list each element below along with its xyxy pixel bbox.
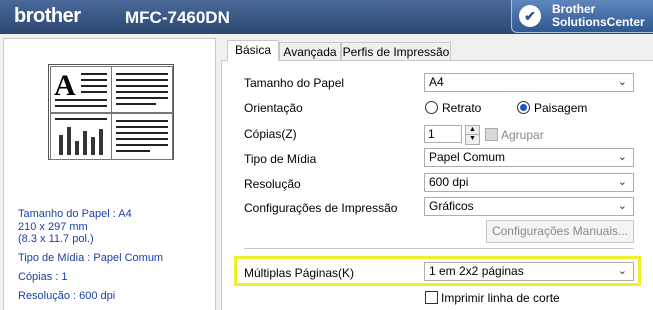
copies-down-button[interactable]: ▼ bbox=[465, 134, 480, 145]
solutions-center-label: Brother SolutionsCenter bbox=[552, 2, 645, 29]
preview-page-4 bbox=[111, 113, 173, 160]
paper-size-select[interactable]: A4 ⌄ bbox=[424, 73, 634, 92]
radio-portrait-label: Retrato bbox=[442, 101, 482, 115]
tab-basica[interactable]: Básica bbox=[227, 40, 279, 61]
copies-input[interactable]: 1 bbox=[424, 125, 462, 143]
preview-panel: A Tamanho do Papel: A4 210 x 297 mm (8.… bbox=[3, 38, 216, 310]
print-settings-label: Configurações de Impressão bbox=[244, 201, 398, 215]
orientation-label: Orientação bbox=[244, 101, 303, 115]
radio-landscape[interactable] bbox=[517, 101, 530, 114]
tab-perfis[interactable]: Perfis de Impressão bbox=[341, 42, 451, 61]
divider bbox=[244, 248, 634, 249]
copies-label: Cópias(Z) bbox=[244, 127, 297, 141]
print-settings-select[interactable]: Gráficos ⌄ bbox=[424, 197, 634, 216]
solutions-center-icon: ✔ bbox=[519, 5, 541, 27]
radio-portrait[interactable] bbox=[425, 101, 438, 114]
multiple-pages-select[interactable]: 1 em 2x2 páginas ⌄ bbox=[424, 262, 634, 281]
info-media-type: Tipo de Mídia : Papel Comum bbox=[18, 252, 164, 264]
paper-size-label: Tamanho do Papel bbox=[244, 76, 345, 90]
brand-logo: brother bbox=[14, 5, 81, 27]
cut-line-checkbox[interactable] bbox=[425, 291, 438, 304]
collate-checkbox[interactable] bbox=[485, 128, 498, 141]
multiple-pages-label: Múltiplas Páginas(K) bbox=[244, 266, 355, 280]
chevron-down-icon: ⌄ bbox=[617, 176, 627, 188]
collate-label: Agrupar bbox=[501, 128, 544, 142]
page-layout-preview: A bbox=[48, 64, 174, 160]
resolution-select[interactable]: 600 dpi ⌄ bbox=[424, 173, 634, 192]
media-type-label: Tipo de Mídia bbox=[244, 152, 317, 166]
resolution-label: Resolução bbox=[244, 177, 301, 191]
cut-line-label: Imprimir linha de corte bbox=[441, 291, 560, 305]
header-bar: brother MFC-7460DN ✔ Brother SolutionsCe… bbox=[0, 0, 653, 34]
info-dimensions-in: (8.3 x 11.7 pol.) bbox=[18, 233, 94, 245]
preview-page-1: A bbox=[50, 66, 112, 113]
info-paper-size: Tamanho do Papel : A4 bbox=[18, 208, 132, 220]
info-copies: Cópias : 1 bbox=[18, 271, 68, 283]
manual-settings-button[interactable]: Configurações Manuais... bbox=[486, 220, 634, 243]
preview-page-2 bbox=[111, 66, 173, 113]
preview-page-3 bbox=[50, 113, 112, 160]
solutions-center-button[interactable]: ✔ Brother SolutionsCenter bbox=[511, 0, 653, 33]
chevron-down-icon: ⌄ bbox=[617, 151, 627, 163]
info-dimensions-mm: 210 x 297 mm bbox=[18, 221, 88, 233]
model-name: MFC-7460DN bbox=[125, 8, 230, 27]
media-type-select[interactable]: Papel Comum ⌄ bbox=[424, 148, 634, 167]
tab-avancada[interactable]: Avançada bbox=[279, 42, 341, 61]
info-resolution: Resolução : 600 dpi bbox=[18, 290, 116, 302]
chevron-down-icon: ⌄ bbox=[617, 265, 627, 277]
chevron-down-icon: ⌄ bbox=[617, 200, 627, 212]
radio-landscape-label: Paisagem bbox=[534, 101, 588, 115]
chevron-down-icon: ⌄ bbox=[617, 76, 627, 88]
preview-letter-icon: A bbox=[54, 69, 76, 102]
